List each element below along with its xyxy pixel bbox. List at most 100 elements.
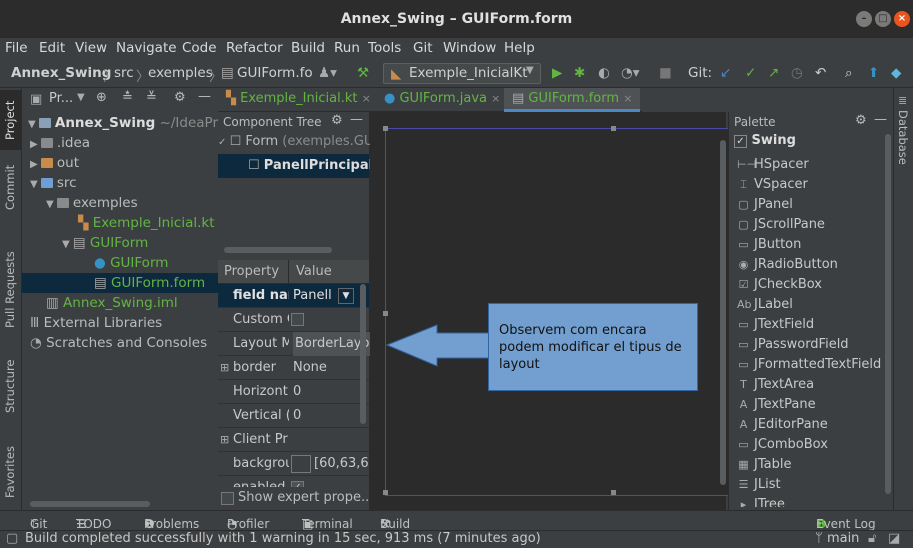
tree-item-exemple-inicial[interactable]: ▚ Exemple_Inicial.kt: [78, 213, 215, 233]
tool-tab-database[interactable]: Database: [896, 110, 910, 165]
tool-tab-commit[interactable]: Commit: [3, 165, 17, 210]
debug-icon[interactable]: ✱: [574, 65, 585, 81]
property-row-background[interactable]: backgrou [60,63,6: [218, 452, 369, 476]
property-row-hgap[interactable]: Horizont 0: [218, 380, 369, 404]
palette-item-jpanel[interactable]: ▢ JPanel: [737, 195, 793, 215]
expand-icon[interactable]: ⊞: [220, 356, 229, 380]
resize-handle[interactable]: [383, 311, 388, 316]
close-icon[interactable]: ×: [491, 92, 500, 105]
palette-item-jeditorpane[interactable]: A JEditorPane: [737, 415, 828, 435]
vertical-scrollbar[interactable]: [360, 284, 366, 424]
palette-item-jradiobutton[interactable]: ◉ JRadioButton: [737, 255, 838, 275]
menu-git[interactable]: Git: [413, 40, 433, 56]
user-icon[interactable]: ♟▾: [318, 65, 337, 81]
checkbox[interactable]: [221, 492, 234, 505]
horizontal-scrollbar[interactable]: [224, 247, 332, 253]
property-row-vgap[interactable]: Vertical ( 0: [218, 404, 369, 428]
vertical-scrollbar[interactable]: [885, 134, 891, 494]
close-icon[interactable]: ×: [623, 92, 632, 105]
history-icon[interactable]: ◷: [791, 65, 803, 81]
palette-item-jlist[interactable]: ☰ JList: [737, 475, 781, 495]
update-icon[interactable]: ⬆: [868, 65, 879, 81]
chevron-down-icon[interactable]: ▼: [338, 288, 354, 304]
expand-all-icon[interactable]: ≛: [122, 90, 133, 105]
gear-icon[interactable]: ⚙: [174, 90, 186, 105]
coverage-icon[interactable]: ◐: [598, 65, 610, 81]
tree-item-src[interactable]: ▼ src: [30, 173, 77, 193]
jetbrains-icon[interactable]: ◆: [891, 65, 901, 81]
git-push-icon[interactable]: ↗: [768, 65, 779, 81]
menu-navigate[interactable]: Navigate: [116, 40, 177, 56]
hammer-build-icon[interactable]: ⚒: [357, 65, 369, 81]
locate-icon[interactable]: ⊕: [96, 90, 107, 105]
tool-tab-project[interactable]: Project: [3, 101, 17, 140]
palette-item-jtable[interactable]: ▦ JTable: [737, 455, 791, 475]
property-value[interactable]: None: [293, 356, 327, 380]
tree-item-guiform-form[interactable]: ▤ GUIForm.form: [94, 273, 205, 293]
tree-item-exemples[interactable]: ▼ exemples: [46, 193, 138, 213]
menu-window[interactable]: Window: [443, 40, 496, 56]
resize-handle[interactable]: [611, 490, 616, 495]
palette-item-vspacer[interactable]: ⌶ VSpacer: [737, 175, 808, 195]
tree-item-idea[interactable]: ▶ .idea: [30, 133, 90, 153]
palette-item-jcheckbox[interactable]: ☑ JCheckBox: [737, 275, 822, 295]
tree-item-out[interactable]: ▶ out: [30, 153, 79, 173]
tree-item-project-root[interactable]: ▼ Annex_Swing ~/IdeaProjec: [28, 113, 245, 133]
palette-item-jscrollpane[interactable]: ▢ JScrollPane: [737, 215, 825, 235]
property-row-custom-create[interactable]: Custom C: [218, 308, 369, 332]
gear-icon[interactable]: ⚙: [331, 113, 343, 128]
tree-item-guiform-class[interactable]: ● GUIForm: [94, 253, 168, 273]
tool-tab-structure[interactable]: Structure: [3, 360, 17, 414]
hide-icon[interactable]: —: [350, 112, 363, 127]
run-config-dropdown[interactable]: ◣ Exemple_InicialKt ▼: [383, 63, 541, 84]
stop-icon[interactable]: ■: [659, 65, 672, 81]
palette-item-jformattedtextfield[interactable]: ▭ JFormattedTextField: [737, 355, 881, 375]
resize-handle[interactable]: [383, 126, 388, 131]
gear-icon[interactable]: ⚙: [855, 113, 867, 128]
resize-handle[interactable]: [611, 126, 616, 131]
project-view-label[interactable]: Pr...: [49, 91, 73, 106]
minimize-button[interactable]: –: [856, 11, 872, 27]
palette-item-jtextpane[interactable]: A JTextPane: [737, 395, 816, 415]
tree-item-form[interactable]: ✓ ☐ Form (exemples.GU: [218, 134, 373, 154]
collapse-all-icon[interactable]: ≚: [146, 90, 157, 105]
menu-help[interactable]: Help: [504, 40, 535, 56]
palette-item-jtree[interactable]: ▸ JTree: [737, 495, 785, 507]
menu-view[interactable]: View: [75, 40, 107, 56]
tool-tab-favorites[interactable]: Favorites: [3, 446, 17, 498]
property-row-border[interactable]: ⊞ border None: [218, 356, 369, 380]
breadcrumb-exemples[interactable]: exemples: [148, 65, 213, 81]
menu-tools[interactable]: Tools: [368, 40, 401, 56]
show-expert-row[interactable]: Show expert prope...: [218, 487, 373, 509]
hide-icon[interactable]: —: [874, 112, 887, 127]
lock-icon[interactable]: 🔓︎: [868, 531, 876, 546]
property-value[interactable]: 0: [293, 380, 301, 404]
rollback-icon[interactable]: ↶: [815, 65, 826, 81]
color-swatch[interactable]: [291, 455, 311, 473]
property-row-layout-manager[interactable]: Layout M BorderLayout: [218, 332, 385, 356]
menu-refactor[interactable]: Refactor: [226, 40, 283, 56]
hide-icon[interactable]: —: [198, 89, 211, 104]
property-value[interactable]: [60,63,6: [314, 452, 369, 476]
tab-guiform-form[interactable]: ▤ GUIForm.form ×: [512, 91, 632, 106]
close-button[interactable]: ×: [894, 11, 910, 27]
checkbox[interactable]: [291, 313, 304, 326]
palette-item-jcombobox[interactable]: ▭ JComboBox: [737, 435, 828, 455]
status-square-icon[interactable]: ▢: [6, 531, 18, 546]
tool-tab-pull-requests[interactable]: Pull Requests: [3, 251, 17, 328]
tab-guiform-java[interactable]: ● GUIForm.java ×: [384, 91, 500, 106]
menu-file[interactable]: File: [5, 40, 28, 56]
breadcrumb-src[interactable]: src: [114, 65, 134, 81]
expand-icon[interactable]: ⊞: [220, 428, 229, 452]
search-icon[interactable]: ⌕: [845, 65, 853, 81]
git-commit-icon[interactable]: ✓: [745, 65, 756, 81]
close-icon[interactable]: ×: [362, 92, 371, 105]
run-icon[interactable]: ▶: [552, 65, 562, 81]
palette-item-jlabel[interactable]: Ab JLabel: [737, 295, 793, 315]
palette-item-jbutton[interactable]: ▭ JButton: [737, 235, 801, 255]
resize-handle[interactable]: [383, 490, 388, 495]
tree-item-guiform-group[interactable]: ▼ ▤ GUIForm: [62, 233, 148, 253]
property-value[interactable]: Panell: [293, 284, 332, 308]
palette-item-hspacer[interactable]: ⊢⊣HSpacer: [737, 155, 809, 175]
menu-edit[interactable]: Edit: [39, 40, 65, 56]
